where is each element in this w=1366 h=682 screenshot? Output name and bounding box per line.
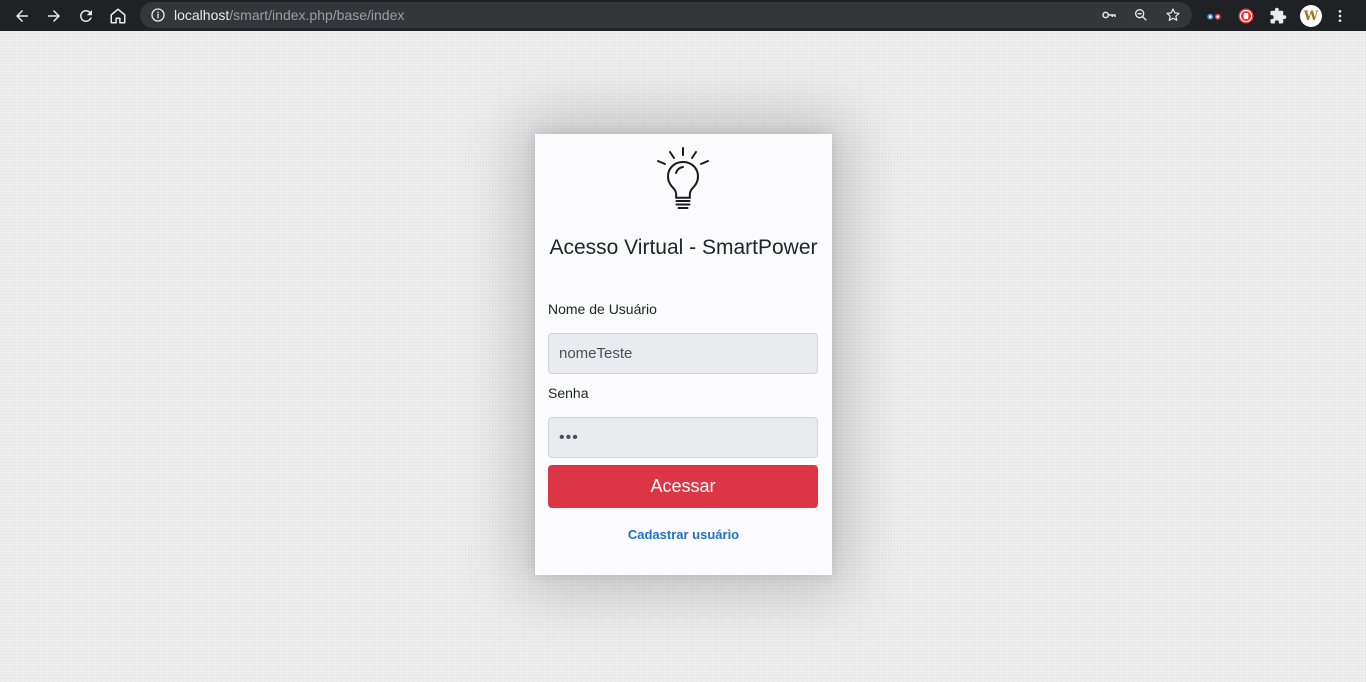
browser-toolbar: localhost/smart/index.php/base/index W <box>0 0 1366 31</box>
key-icon[interactable] <box>1098 4 1120 26</box>
navigation-buttons <box>6 2 134 30</box>
username-field[interactable]: nomeTeste <box>548 333 818 374</box>
home-icon <box>110 8 126 23</box>
home-button[interactable] <box>102 2 134 30</box>
username-label: Nome de Usuário <box>548 301 657 317</box>
url-path: /smart/index.php/base/index <box>229 7 405 23</box>
extensions-area: W <box>1202 3 1350 29</box>
forward-arrow-icon <box>48 9 60 22</box>
url-text[interactable]: localhost/smart/index.php/base/index <box>174 7 404 23</box>
profile-avatar[interactable]: W <box>1300 5 1322 27</box>
back-button[interactable] <box>6 2 38 30</box>
back-arrow-icon <box>16 9 28 22</box>
lightbulb-icon <box>657 147 709 209</box>
register-link[interactable]: Cadastrar usuário <box>535 527 832 542</box>
browser-menu-icon[interactable] <box>1330 4 1350 28</box>
extension-stop-icon[interactable] <box>1234 4 1258 28</box>
reload-button[interactable] <box>70 2 102 30</box>
bookmark-star-icon[interactable] <box>1162 4 1184 26</box>
zoom-icon[interactable] <box>1130 4 1152 26</box>
reload-icon <box>79 9 92 22</box>
login-title: Acesso Virtual - SmartPower <box>549 236 818 259</box>
site-info-icon[interactable] <box>150 7 166 23</box>
address-bar-actions <box>1098 2 1184 28</box>
extension-glasses-icon[interactable] <box>1202 4 1226 28</box>
password-field[interactable]: ••• <box>548 417 818 458</box>
address-bar[interactable]: localhost/smart/index.php/base/index <box>140 2 1192 28</box>
submit-button[interactable]: Acessar <box>548 465 818 508</box>
extensions-puzzle-icon[interactable] <box>1266 4 1290 28</box>
forward-button[interactable] <box>38 2 70 30</box>
url-host: localhost <box>174 7 230 23</box>
password-label: Senha <box>548 385 589 401</box>
